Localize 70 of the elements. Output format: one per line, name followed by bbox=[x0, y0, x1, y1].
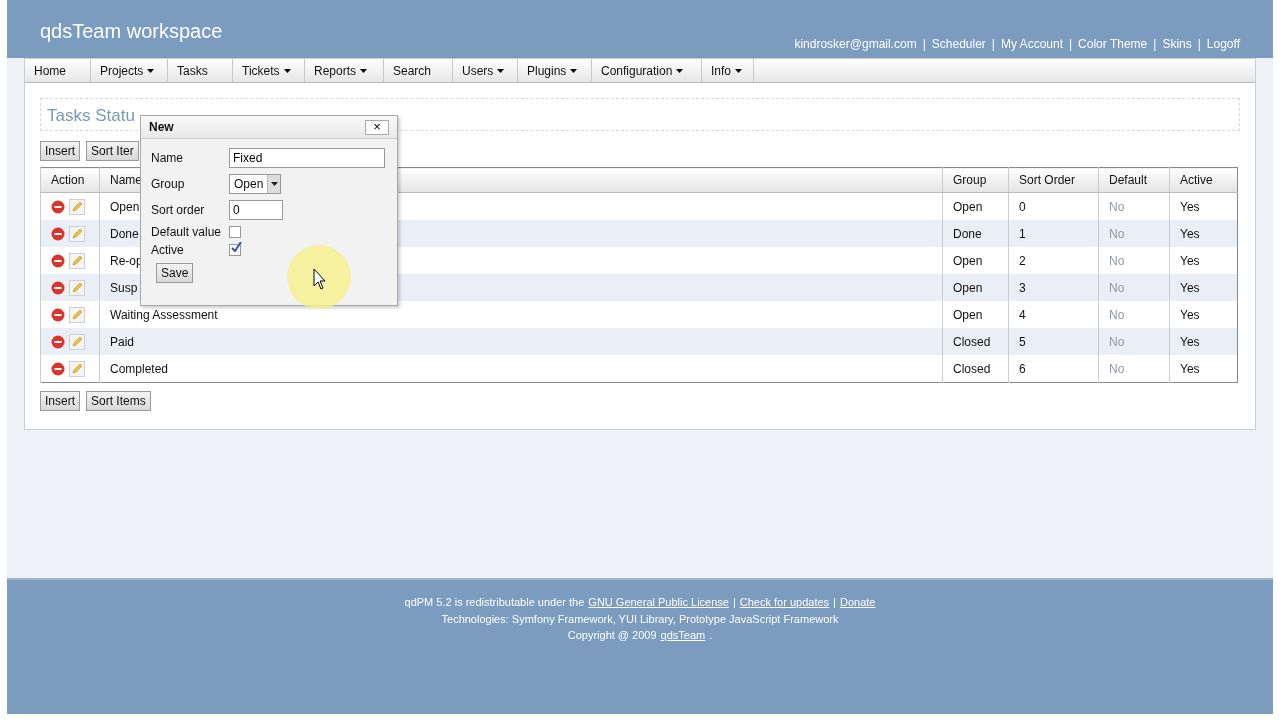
footer-text: . bbox=[709, 628, 713, 643]
menu-item[interactable]: Search bbox=[384, 59, 453, 82]
menu-item[interactable]: Tasks bbox=[168, 59, 233, 82]
field-label: Group bbox=[151, 177, 186, 191]
cursor-highlight-drawing bbox=[287, 245, 351, 309]
field-label: Sort order bbox=[151, 203, 206, 217]
delete-icon[interactable] bbox=[51, 280, 65, 295]
column-header[interactable]: Active bbox=[1169, 167, 1238, 193]
footer-text: Technologies: Symfony Framework, YUI Library, Prototype JavaScript Framework bbox=[440, 611, 840, 627]
caret-icon bbox=[270, 182, 278, 186]
delete-icon[interactable] bbox=[51, 361, 65, 376]
link-separator: | bbox=[991, 37, 995, 51]
menu-item[interactable]: Configuration bbox=[592, 59, 702, 82]
field-label: Name bbox=[151, 151, 184, 165]
delete-icon[interactable] bbox=[51, 199, 65, 214]
link-separator: | bbox=[1153, 37, 1157, 51]
table-cell: Done bbox=[942, 220, 1009, 247]
menu-item[interactable]: Home bbox=[25, 59, 91, 82]
delete-icon[interactable] bbox=[51, 226, 65, 241]
delete-icon[interactable] bbox=[51, 334, 65, 349]
column-header[interactable]: Action bbox=[40, 167, 100, 193]
group-dropdown[interactable]: Open bbox=[229, 174, 282, 194]
table-cell: 5 bbox=[1008, 328, 1099, 355]
menu-item[interactable]: Users bbox=[453, 59, 518, 82]
table-cell: 3 bbox=[1008, 274, 1099, 301]
dialog-title: New bbox=[149, 120, 174, 134]
checkbox[interactable] bbox=[229, 226, 241, 238]
link-separator: | bbox=[1197, 37, 1201, 51]
column-header[interactable]: Sort Order bbox=[1008, 167, 1099, 193]
footer-text: Copyright @ 2009 bbox=[567, 628, 657, 643]
menu-item[interactable]: Reports bbox=[305, 59, 384, 82]
sort-order-field[interactable]: 0 bbox=[229, 200, 283, 220]
table-cell: Yes bbox=[1169, 274, 1238, 301]
toolbar-button[interactable]: Sort Items bbox=[86, 391, 151, 411]
table-cell: Open bbox=[942, 274, 1009, 301]
table-cell: Completed bbox=[99, 355, 943, 383]
link-separator: | bbox=[1069, 37, 1073, 51]
table-cell: No bbox=[1098, 274, 1170, 301]
table-cell: No bbox=[1098, 355, 1170, 383]
table-cell: No bbox=[1098, 220, 1170, 247]
table-cell: No bbox=[1098, 328, 1170, 355]
delete-icon[interactable] bbox=[51, 253, 65, 268]
name-field[interactable]: Fixed bbox=[229, 148, 385, 168]
close-button[interactable]: × bbox=[365, 119, 389, 135]
link-separator: | bbox=[732, 595, 736, 610]
column-header[interactable]: Group bbox=[942, 167, 1009, 193]
table-cell: 1 bbox=[1008, 220, 1099, 247]
menu-item[interactable]: Tickets bbox=[233, 59, 305, 82]
field-label: Default value bbox=[151, 225, 223, 239]
menu-item[interactable]: Plugins bbox=[518, 59, 592, 82]
table-cell: Yes bbox=[1169, 220, 1238, 247]
menu-item[interactable]: Projects bbox=[91, 59, 168, 82]
link-separator: | bbox=[833, 595, 836, 610]
table-cell: Closed bbox=[942, 355, 1009, 383]
footer-text: qdPM 5.2 is redistributable under the bbox=[404, 595, 585, 610]
site-title: qdsTeam workspace bbox=[40, 19, 223, 44]
table-cell: Closed bbox=[942, 328, 1009, 355]
table-cell: Yes bbox=[1169, 328, 1238, 355]
table-cell: Paid bbox=[99, 328, 943, 355]
save-button[interactable]: Save bbox=[156, 263, 194, 283]
menu-item[interactable]: Info bbox=[702, 59, 754, 82]
link-separator: | bbox=[922, 37, 926, 51]
table-cell: 6 bbox=[1008, 355, 1099, 383]
column-header[interactable]: Default bbox=[1098, 167, 1170, 193]
table-cell: Yes bbox=[1169, 355, 1238, 383]
checkbox[interactable] bbox=[229, 244, 241, 256]
toolbar-button[interactable]: Insert bbox=[40, 391, 80, 411]
toolbar-button[interactable]: Insert bbox=[40, 141, 80, 161]
delete-icon[interactable] bbox=[51, 307, 65, 322]
toolbar-button[interactable]: Sort Iter bbox=[86, 141, 139, 161]
